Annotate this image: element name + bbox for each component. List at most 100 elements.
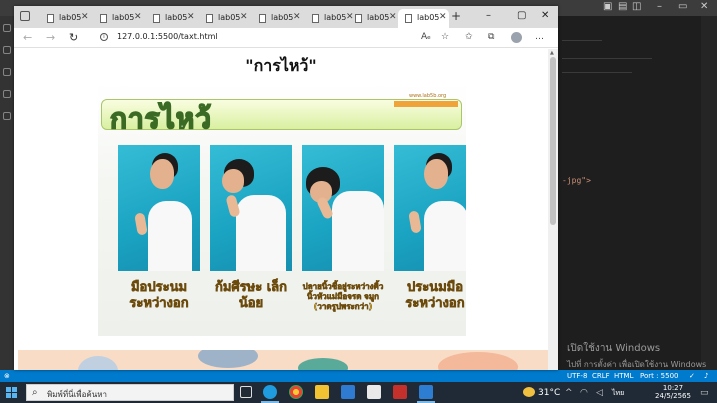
edge-icon[interactable] (263, 385, 277, 399)
network-icon[interactable]: ◠ (580, 388, 588, 398)
collections-icon[interactable]: ⧉ (488, 32, 494, 42)
tab-close-icon[interactable]: ✕ (134, 12, 142, 22)
refresh-icon[interactable]: ↻ (69, 31, 78, 44)
profile-avatar[interactable] (511, 32, 522, 43)
input-language[interactable]: ไทย (612, 388, 624, 399)
page-title: "การไหว้" (245, 56, 317, 75)
page-icon (153, 14, 160, 23)
browser-tab[interactable]: lab05 ✕ (348, 9, 399, 28)
temperature-text[interactable]: 31°C (538, 388, 560, 398)
page-icon (100, 14, 107, 23)
layout-icon[interactable]: ▣ (603, 1, 612, 12)
decorative-image (18, 350, 548, 370)
browser-close-icon[interactable]: ✕ (541, 10, 549, 21)
deco-shape (78, 356, 118, 370)
tab-close-icon[interactable]: ✕ (81, 12, 89, 22)
encoding-status[interactable]: UTF-8 (567, 372, 587, 380)
page-icon (259, 14, 266, 23)
remote-icon[interactable]: ⊗ (4, 372, 10, 380)
browser-restore-icon[interactable]: ▢ (517, 10, 526, 21)
site-info-icon[interactable]: i (100, 33, 108, 41)
windows-start-icon[interactable] (6, 387, 17, 398)
scrollbar-thumb[interactable] (550, 57, 556, 225)
panel-icon[interactable]: ▤ (618, 1, 627, 12)
feedback-icon[interactable]: ✓ (689, 372, 695, 380)
vertical-scrollbar[interactable]: ▲ (548, 49, 558, 370)
split-icon[interactable]: ◫ (632, 1, 641, 12)
browser-minimize-icon[interactable]: – (486, 10, 491, 21)
minimap[interactable] (701, 16, 717, 370)
activity-bar (0, 16, 14, 370)
wai-poster-image: การไหว้ www.lab5b.org มือประนม ระหว่างอก… (98, 83, 466, 336)
poster-heading: การไหว้ (109, 101, 212, 136)
browser-tab[interactable]: lab05 ✕ (146, 9, 197, 28)
browser-tab-active[interactable]: lab05 ✕ (398, 9, 449, 28)
code-line (562, 40, 602, 41)
wai-step-1-photo (118, 145, 200, 271)
tray-chevron-icon[interactable]: ^ (565, 388, 573, 398)
windows-activation-watermark: เปิดใช้งาน Windows ไปที่ การตั้งค่า เพื่… (567, 341, 706, 371)
tab-close-icon[interactable]: ✕ (293, 12, 301, 22)
task-view-icon[interactable] (240, 386, 252, 398)
back-icon[interactable]: ← (23, 31, 32, 44)
browser-tab[interactable]: lab05 ✕ (40, 9, 91, 28)
new-tab-icon[interactable]: + (451, 9, 461, 23)
windows-taskbar: ⌕ พิมพ์ที่นี่เพื่อค้นหา 31°C ^ ◠ ◁ ไทย 1… (0, 382, 717, 403)
page-icon (47, 14, 54, 23)
read-aloud-icon[interactable]: Aₑ (421, 32, 431, 42)
settings-menu-icon[interactable]: … (535, 32, 544, 42)
file-explorer-icon[interactable] (315, 385, 329, 399)
tab-actions-icon[interactable] (20, 11, 30, 21)
taskbar-search-input[interactable]: ⌕ พิมพ์ที่นี่เพื่อค้นหา (26, 384, 234, 401)
page-icon (312, 14, 319, 23)
step-1-caption: มือประนม ระหว่างอก (129, 280, 189, 312)
store-icon[interactable] (341, 385, 355, 399)
step-2-caption: ก้มศีรษะ เล็กน้อย (214, 280, 288, 312)
step-3-caption: ปลายนิ้วชี้อยู่ระหว่างคิ้ว นิ้วหัวแม่มือ… (302, 282, 384, 312)
eol-status[interactable]: CRLF (592, 372, 610, 380)
browser-toolbar: ← → ↻ i 127.0.0.1:5500/taxt.html Aₑ ☆ ✩ … (14, 28, 558, 48)
browser-tab[interactable]: lab05 ✕ (93, 9, 144, 28)
restore-icon[interactable]: ▭ (678, 1, 687, 12)
forward-icon[interactable]: → (46, 31, 55, 44)
tab-close-icon[interactable]: ✕ (187, 12, 195, 22)
notification-icon[interactable]: ▭ (700, 388, 709, 398)
favorites-icon[interactable]: ✩ (465, 32, 473, 42)
taskbar-clock[interactable]: 10:27 24/5/2565 (655, 384, 691, 400)
browser-tab[interactable]: lab05 ✕ (252, 9, 303, 28)
run-icon[interactable] (3, 90, 11, 98)
activation-title: เปิดใช้งาน Windows (567, 343, 661, 354)
close-icon[interactable]: ✕ (700, 1, 708, 12)
explorer-icon[interactable] (3, 24, 11, 32)
address-bar[interactable]: 127.0.0.1:5500/taxt.html (117, 32, 218, 41)
step-4-caption: ประนมมือ ระหว่างอก (405, 280, 465, 312)
office-icon[interactable] (393, 385, 407, 399)
bell-icon[interactable]: ♪ (704, 372, 708, 380)
deco-shape (198, 350, 258, 368)
extensions-icon[interactable] (3, 112, 11, 120)
minimize-icon[interactable]: – (657, 1, 662, 12)
speaker-icon[interactable]: ◁ (596, 388, 603, 398)
port-status[interactable]: Port : 5500 (640, 372, 679, 380)
mail-icon[interactable] (367, 385, 381, 399)
source-control-icon[interactable] (3, 68, 11, 76)
tab-strip: lab05 ✕ lab05 ✕ lab05 ✕ lab05 ✕ lab05 ✕ … (14, 6, 558, 28)
tab-close-icon[interactable]: ✕ (389, 12, 397, 22)
tab-close-icon[interactable]: ✕ (439, 12, 447, 22)
favorite-add-icon[interactable]: ☆ (441, 32, 449, 42)
weather-icon[interactable] (523, 387, 535, 397)
language-status[interactable]: HTML (614, 372, 633, 380)
tab-close-icon[interactable]: ✕ (240, 12, 248, 22)
page-icon (206, 14, 213, 23)
deco-shape (438, 352, 518, 370)
clock-date: 24/5/2565 (655, 392, 691, 400)
vscode-icon[interactable] (419, 385, 433, 399)
code-fragment: -jpg"> (562, 176, 591, 185)
edge-browser-window: lab05 ✕ lab05 ✕ lab05 ✕ lab05 ✕ lab05 ✕ … (14, 6, 558, 370)
code-line (562, 58, 652, 59)
wai-step-2-photo (210, 145, 292, 271)
chrome-icon[interactable] (289, 385, 303, 399)
scroll-up-icon[interactable]: ▲ (550, 50, 554, 56)
search-icon[interactable] (3, 46, 11, 54)
browser-tab[interactable]: lab05 ✕ (199, 9, 250, 28)
